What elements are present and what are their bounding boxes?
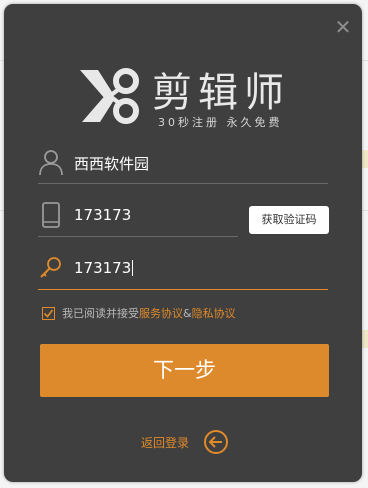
agreement-prefix: 我已阅读并接受 (62, 307, 139, 320)
user-icon (39, 150, 63, 176)
app-logo: 剪辑师 30秒注册 永久免费 (76, 64, 296, 134)
field-underline-active (38, 289, 328, 290)
close-icon: ✕ (334, 15, 352, 39)
phone-value: 173173 (74, 206, 132, 224)
username-field[interactable]: 西西软件园 (38, 144, 328, 184)
check-icon (43, 309, 54, 318)
phone-field[interactable]: 173173 (38, 197, 238, 237)
scissors-icon (80, 68, 139, 124)
code-value: 173173 (74, 259, 134, 277)
agree-checkbox[interactable] (42, 307, 55, 320)
field-underline (38, 183, 328, 184)
back-arrow-icon (204, 430, 228, 454)
app-name: 剪辑师 (152, 70, 290, 116)
next-step-button[interactable]: 下一步 (40, 344, 329, 397)
get-code-button[interactable]: 获取验证码 (249, 206, 329, 234)
register-dialog: ✕ 剪辑师 30秒注册 永久免费 西西软件园 173173 获取验证码 1731… (4, 4, 362, 482)
agreement-joiner: & (183, 307, 192, 320)
close-button[interactable]: ✕ (332, 16, 354, 38)
text-caret (132, 260, 134, 276)
code-field[interactable]: 173173 (38, 250, 328, 290)
field-underline (38, 236, 238, 237)
back-to-login-label: 返回登录 (141, 436, 190, 450)
app-tagline: 30秒注册 永久免费 (158, 116, 283, 129)
service-agreement-link[interactable]: 服务协议 (139, 307, 183, 320)
key-icon (40, 257, 61, 278)
username-value: 西西软件园 (74, 155, 150, 173)
phone-icon (42, 202, 60, 228)
privacy-agreement-link[interactable]: 隐私协议 (192, 307, 236, 320)
code-text: 173173 (74, 259, 132, 277)
